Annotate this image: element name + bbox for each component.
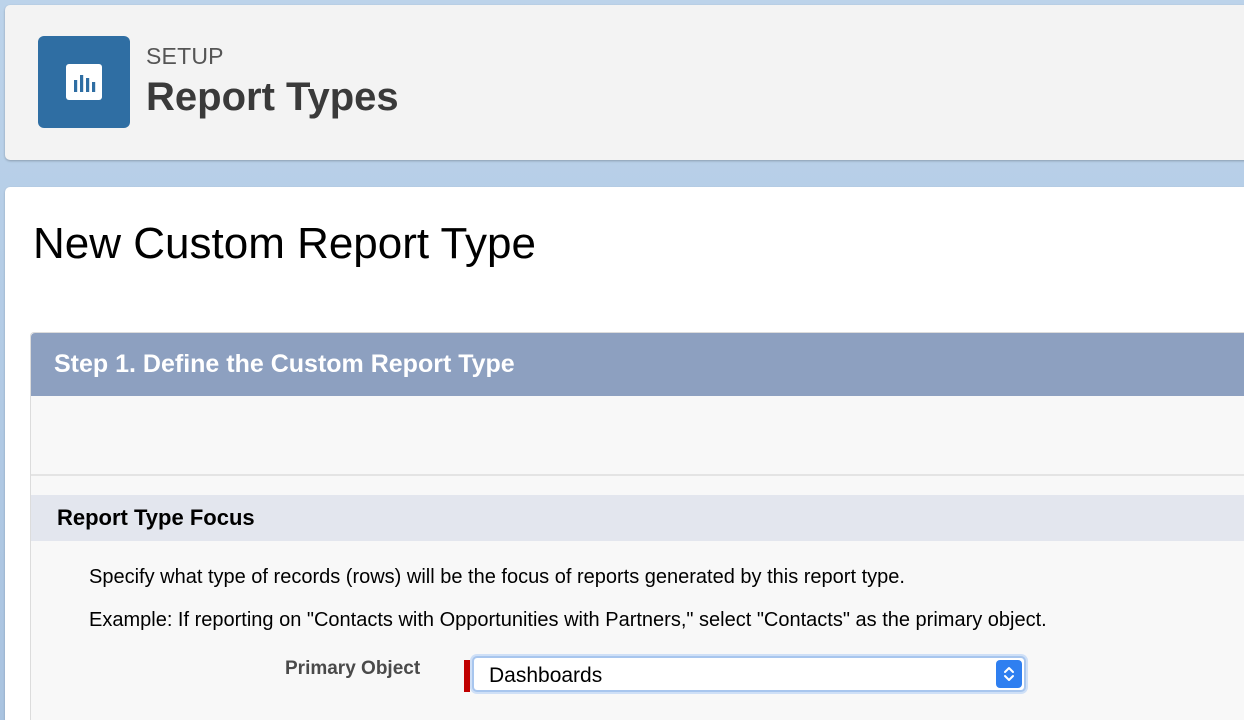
step-header: Step 1. Define the Custom Report Type [31,333,1244,396]
step-panel: Step 1. Define the Custom Report Type Re… [30,332,1244,720]
section-example: Example: If reporting on "Contacts with … [89,609,1047,631]
step-divider [31,474,1244,476]
header-title: Report Types [146,75,399,119]
setup-kicker: SETUP [146,43,224,69]
primary-object-label: Primary Object [285,658,421,679]
page-title: New Custom Report Type [33,219,536,268]
chevron-updown-icon[interactable] [996,660,1022,688]
primary-object-value: Dashboards [489,664,603,687]
setup-header: SETUP Report Types [5,5,1244,160]
report-chart-icon [38,36,130,128]
main-content: New Custom Report Type Step 1. Define th… [5,187,1244,720]
primary-object-select[interactable]: Dashboards [472,656,1026,692]
section-description: Specify what type of records (rows) will… [89,566,905,588]
step-title: Step 1. Define the Custom Report Type [54,350,515,378]
section-title: Report Type Focus [57,505,255,530]
required-indicator [464,660,470,692]
section-header: Report Type Focus [31,495,1244,541]
